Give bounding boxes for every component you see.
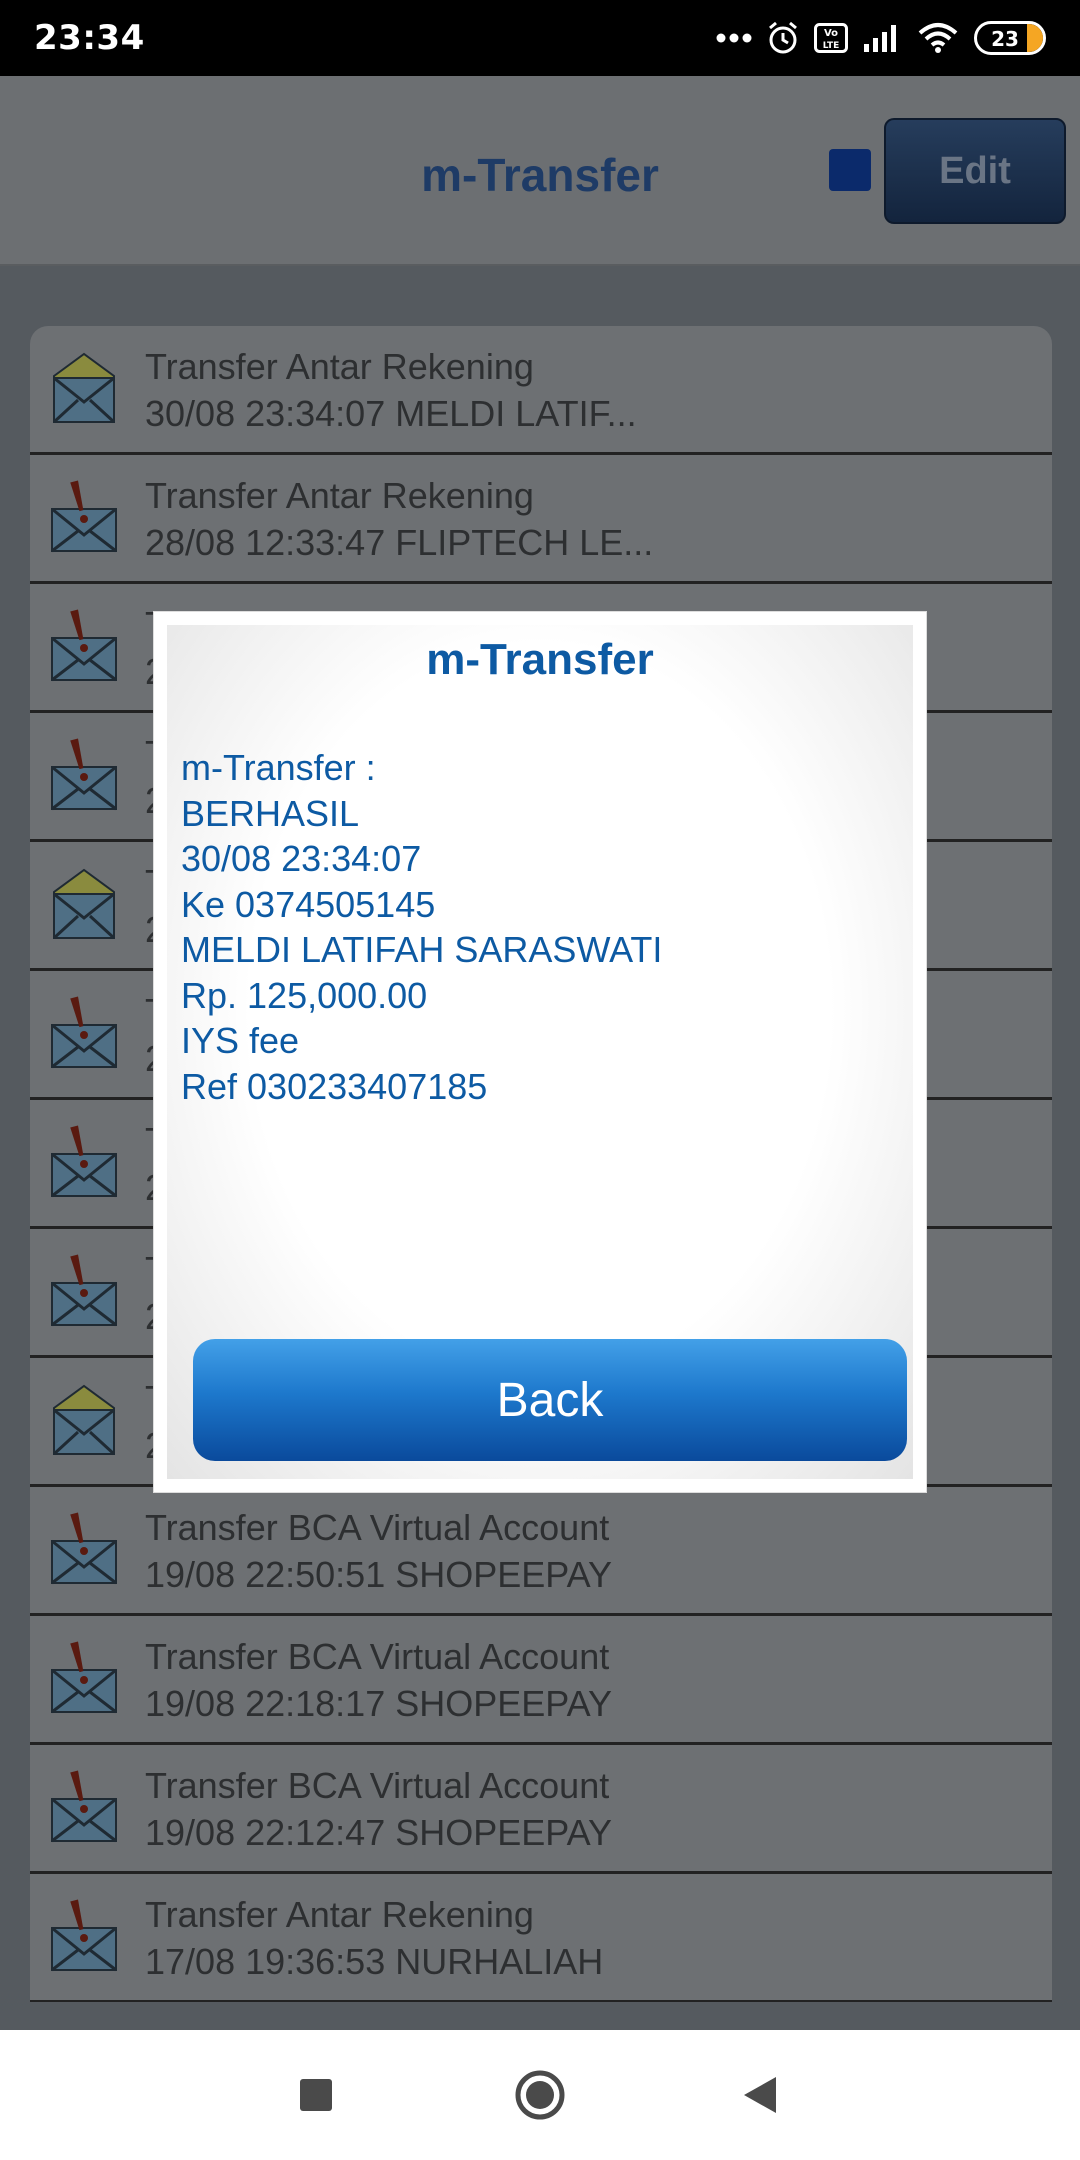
dialog-line: Ke 0374505145	[181, 883, 436, 925]
home-icon	[515, 2070, 565, 2120]
list-item-title: Transfer Antar Rekening	[145, 475, 534, 516]
list-item-subtitle: 28/08 12:33:47 FLIPTECH LE...	[145, 522, 654, 563]
list-item-title: Transfer BCA Virtual Account	[145, 1765, 610, 1806]
dialog-line: m-Transfer :	[181, 747, 376, 788]
alert-envelope-icon	[46, 477, 122, 555]
list-item-title: Transfer BCA Virtual Account	[145, 1507, 610, 1548]
alert-envelope-icon	[46, 606, 122, 684]
alarm-icon	[769, 21, 797, 54]
dialog-line: 30/08 23:34:07	[181, 838, 422, 879]
battery-icon: 23	[974, 21, 1046, 55]
edit-button[interactable]: Edit	[884, 118, 1066, 224]
recents-button[interactable]	[281, 2060, 351, 2130]
alert-envelope-icon	[46, 1251, 122, 1329]
alert-envelope-icon	[46, 1509, 122, 1587]
list-item-subtitle: 17/08 19:36:53 NURHALIAH	[145, 1941, 604, 1982]
dialog-line: MELDI LATIFAH SARASWATI	[181, 929, 663, 970]
recents-icon	[300, 2079, 332, 2111]
status-indicator	[829, 149, 871, 191]
svg-text:LTE: LTE	[823, 41, 840, 51]
back-nav-button[interactable]	[725, 2060, 795, 2130]
alert-envelope-icon	[46, 1767, 122, 1845]
back-button[interactable]: Back	[193, 1339, 907, 1461]
dialog-title: m-Transfer	[426, 635, 654, 684]
status-time: 23:34	[34, 18, 145, 58]
home-button[interactable]	[505, 2060, 575, 2130]
list-item-title: Transfer Antar Rekening	[145, 1894, 534, 1935]
navigation-bar	[0, 2030, 1080, 2160]
wifi-icon	[918, 23, 958, 53]
list-item[interactable]: Transfer BCA Virtual Account 19/08 22:12:…	[30, 1745, 1052, 1874]
dialog-line: IYS fee	[181, 1020, 300, 1061]
list-item[interactable]: Transfer Antar Rekening 30/08 23:34:07 ME…	[30, 326, 1052, 455]
dialog-line: Rp. 125,000.00	[181, 974, 428, 1016]
alert-envelope-icon	[46, 735, 122, 813]
open-envelope-icon	[46, 348, 122, 426]
list-item[interactable]: Transfer BCA Virtual Account 19/08 22:50:…	[30, 1487, 1052, 1616]
cell-signal-icon	[864, 25, 896, 52]
list-item-subtitle: 19/08 22:50:51 SHOPEEPAY	[145, 1554, 612, 1595]
svg-text:Vo: Vo	[824, 28, 838, 39]
list-item-title: Transfer BCA Virtual Account	[145, 1636, 610, 1677]
volte-icon: Vo LTE	[814, 23, 848, 53]
dialog-message: m-Transfer : BERHASIL 30/08 23:34:07 Ke …	[181, 745, 662, 1109]
alert-envelope-icon	[46, 993, 122, 1071]
dialog-line: Ref 030233407185	[181, 1065, 488, 1107]
list-item-title: Transfer Antar Rekening	[145, 346, 534, 387]
alert-envelope-icon	[46, 1638, 122, 1716]
more-notifications-icon	[716, 33, 752, 43]
status-icons: Vo LTE 23	[716, 16, 1046, 60]
list-item[interactable]: Transfer BCA Virtual Account 19/08 22:18:…	[30, 1616, 1052, 1745]
list-item-subtitle: 19/08 22:12:47 SHOPEEPAY	[145, 1812, 612, 1853]
list-item[interactable]: Transfer Antar Rekening 17/08 19:36:53 NU…	[30, 1874, 1052, 2002]
alert-envelope-icon	[46, 1896, 122, 1974]
dialog-line: BERHASIL	[181, 792, 360, 834]
alert-envelope-icon	[46, 1122, 122, 1200]
list-item[interactable]: Transfer Antar Rekening 28/08 12:33:47 FL…	[30, 455, 1052, 584]
list-item-subtitle: 30/08 23:34:07 MELDI LATIF...	[145, 393, 637, 434]
list-item-subtitle: 19/08 22:18:17 SHOPEEPAY	[145, 1683, 612, 1724]
open-envelope-icon	[46, 1380, 122, 1458]
battery-level: 23	[991, 27, 1019, 51]
open-envelope-icon	[46, 864, 122, 942]
app-header: m-Transfer Edit	[0, 76, 1080, 266]
back-icon	[744, 2077, 776, 2113]
transfer-result-dialog: m-Transfer m-Transfer : BERHASIL 30/08 2…	[154, 612, 926, 1492]
status-bar: 23:34 Vo LTE 23	[0, 0, 1080, 76]
